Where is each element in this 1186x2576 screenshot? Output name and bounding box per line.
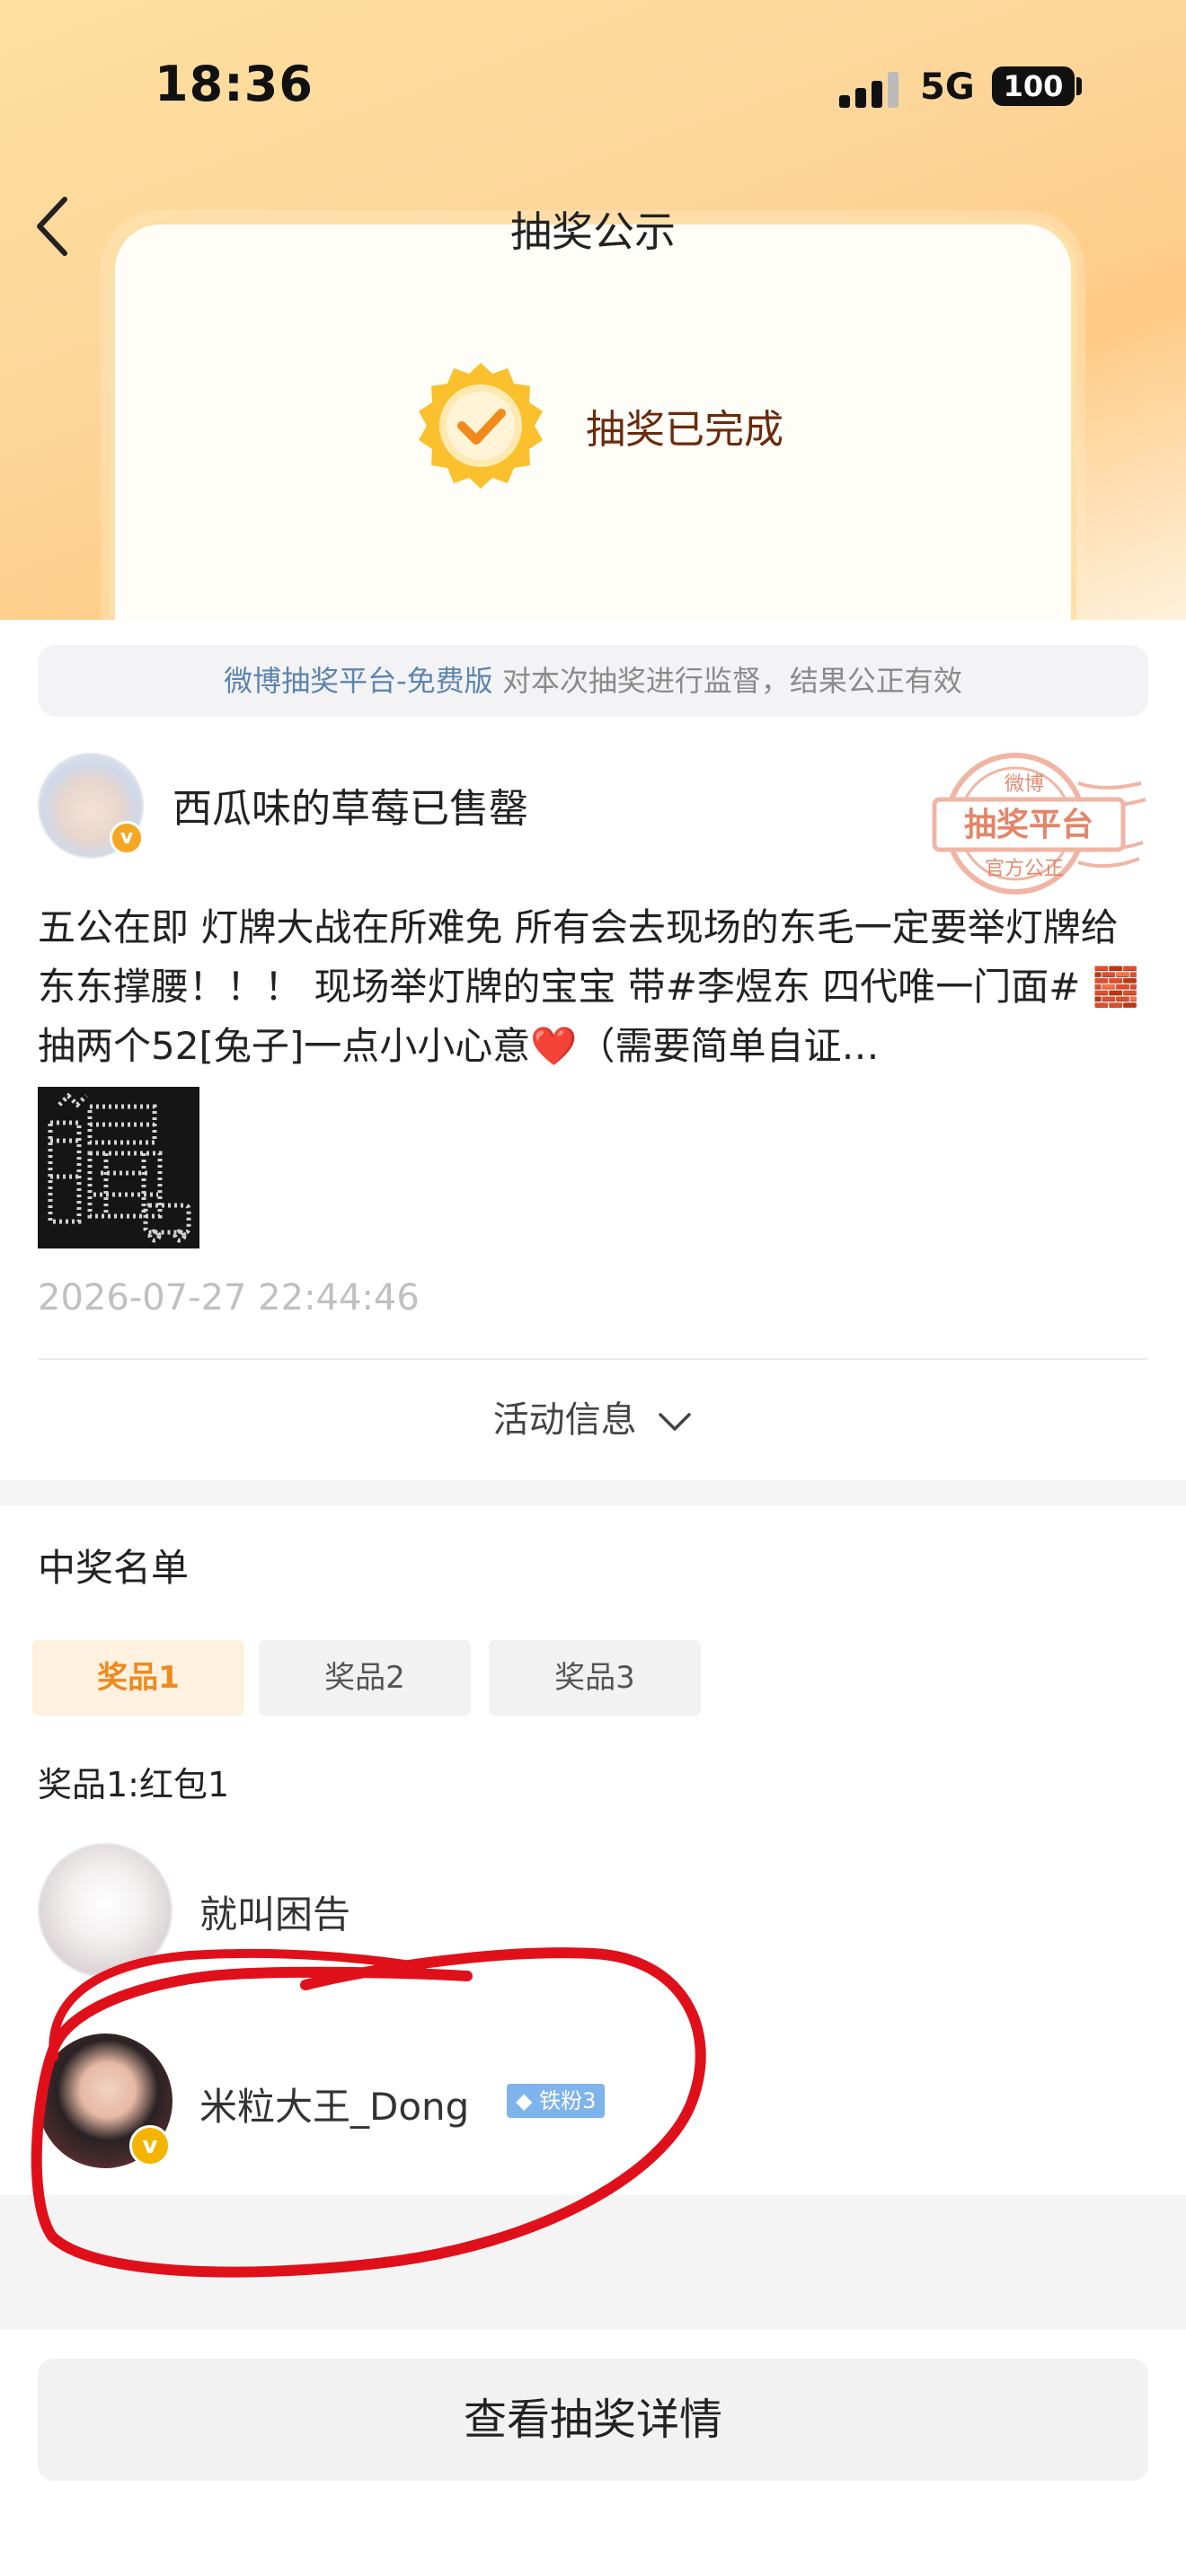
activity-info-label: 活动信息 bbox=[492, 1399, 637, 1441]
official-stamp: 微博 抽奖平台 官方公正 bbox=[916, 747, 1150, 900]
fan-level-badge: ◆ 铁粉3 bbox=[507, 2084, 606, 2118]
network-type: 5G bbox=[920, 66, 975, 108]
supervision-notice: 微博抽奖平台-免费版 对本次抽奖进行监督，结果公正有效 bbox=[38, 645, 1148, 717]
fan-badge-label: 铁粉3 bbox=[539, 2088, 597, 2113]
divider bbox=[38, 1358, 1148, 1360]
tab-prize-3[interactable]: 奖品3 bbox=[489, 1640, 701, 1716]
platform-link[interactable]: 微博抽奖平台-免费版 bbox=[224, 664, 493, 698]
clock: 18:36 bbox=[155, 56, 314, 112]
winner-avatar[interactable] bbox=[38, 1843, 173, 1978]
chevron-down-icon bbox=[659, 1413, 692, 1431]
post-timestamp: 2026-07-27 22:44:46 bbox=[38, 1277, 420, 1319]
prize-description: 奖品1:红包1 bbox=[38, 1765, 230, 1804]
winner-name[interactable]: 就叫困告 bbox=[199, 1884, 350, 1939]
stamp-main: 抽奖平台 bbox=[964, 807, 1093, 843]
winner-name[interactable]: 米粒大王_Dong bbox=[199, 2077, 469, 2131]
poster-name[interactable]: 西瓜味的草莓已售罄 bbox=[173, 776, 528, 834]
battery-tip bbox=[1076, 77, 1082, 95]
winners-title: 中奖名单 bbox=[38, 1546, 190, 1590]
battery-icon: 100 bbox=[992, 66, 1075, 106]
activity-info-toggle[interactable]: 活动信息 bbox=[0, 1390, 1186, 1442]
stamp-bottom: 官方公正 bbox=[985, 858, 1064, 880]
section-gap bbox=[0, 1480, 1186, 1505]
notice-text: 对本次抽奖进行监督，结果公正有效 bbox=[492, 664, 962, 698]
bottom-spacer bbox=[0, 2195, 1186, 2330]
tab-prize-2[interactable]: 奖品2 bbox=[259, 1640, 471, 1716]
draw-status-text: 抽奖已完成 bbox=[586, 407, 783, 453]
stamp-top: 微博 bbox=[1005, 773, 1044, 796]
diamond-icon: ◆ bbox=[516, 2088, 533, 2113]
verified-badge-icon: v bbox=[129, 2125, 171, 2166]
tab-prize-1[interactable]: 奖品1 bbox=[32, 1640, 244, 1716]
verified-badge-icon: v bbox=[110, 821, 144, 855]
view-details-button[interactable]: 查看抽奖详情 bbox=[38, 2359, 1148, 2481]
page-title: 抽奖公示 bbox=[510, 207, 676, 256]
signal-icon bbox=[839, 72, 904, 108]
status-bar: 18:36 5G 100 bbox=[0, 0, 1186, 171]
post-text[interactable]: 五公在即 灯牌大战在所难免 所有会去现场的东毛一定要举灯牌给东东撑腰！！！ 现场… bbox=[38, 898, 1152, 1076]
post-image-thumbnail[interactable] bbox=[38, 1087, 199, 1248]
check-badge-icon bbox=[413, 361, 548, 496]
